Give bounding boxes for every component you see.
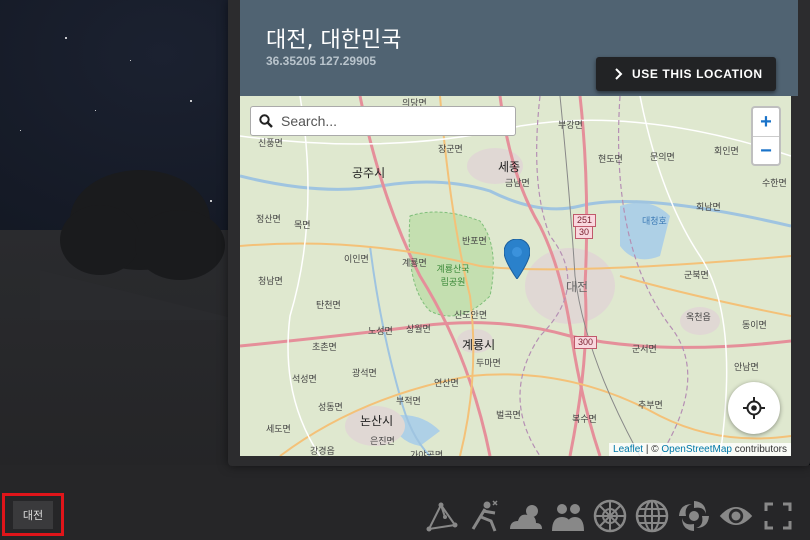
location-map[interactable]: 세종 공주시 대전 계룡시 논산시 의당면 장군면 부강면 금남면 현도면 문의… <box>240 96 791 456</box>
equatorial-grid-icon <box>635 499 669 533</box>
map-place-label: 현도면 <box>598 155 623 165</box>
azimuthal-grid-button[interactable] <box>592 498 628 534</box>
location-panel: 대전, 대한민국 36.35205 127.29905 USE THIS LOC… <box>228 0 810 466</box>
azimuthal-grid-icon <box>593 499 627 533</box>
fullscreen-button[interactable] <box>760 498 796 534</box>
map-search-box[interactable] <box>250 106 516 136</box>
star <box>65 37 67 39</box>
locate-me-button[interactable] <box>728 382 780 434</box>
constellation-art-icon <box>471 500 498 532</box>
map-place-label: 은진면 <box>370 437 395 447</box>
map-place-label: 노성면 <box>368 327 393 337</box>
chevron-right-icon <box>615 68 623 80</box>
attribution-suffix: contributors <box>731 444 787 455</box>
tree-silhouette <box>40 170 240 320</box>
osm-link[interactable]: OpenStreetMap <box>661 444 732 455</box>
landscape-icon <box>552 504 584 531</box>
map-place-label: 회인면 <box>714 147 739 157</box>
map-place-label: 문의면 <box>650 153 675 163</box>
constellation-lines-icon <box>426 502 458 532</box>
atmosphere-button[interactable] <box>508 498 544 534</box>
location-button[interactable]: 대전 <box>2 493 64 536</box>
star <box>130 60 131 61</box>
attribution-separator: | © <box>643 444 662 455</box>
map-place-label: 정산면 <box>256 215 281 225</box>
equatorial-grid-button[interactable] <box>634 498 670 534</box>
map-place-label: 강경읍 <box>310 447 335 456</box>
map-place-label: 계룡면 <box>402 259 427 269</box>
use-this-location-button[interactable]: USE THIS LOCATION <box>596 57 776 91</box>
map-place-label: 복수면 <box>572 415 597 425</box>
use-this-location-label: USE THIS LOCATION <box>632 67 763 81</box>
route-shield: 300 <box>574 336 598 349</box>
map-place-label: 회남면 <box>696 203 721 213</box>
constellation-lines-button[interactable] <box>424 498 460 534</box>
star <box>20 130 21 131</box>
map-place-label: 이인면 <box>344 255 369 265</box>
map-place-label: 목면 <box>294 221 311 231</box>
map-search-input[interactable] <box>279 112 503 130</box>
map-place-label: 두마면 <box>476 359 501 369</box>
map-place-label: 광석면 <box>352 369 377 379</box>
zoom-in-button[interactable]: + <box>753 108 779 137</box>
zoom-control: + − <box>751 106 781 166</box>
map-place-label: 안남면 <box>734 363 759 373</box>
location-title: 대전, 대한민국 <box>266 28 402 53</box>
star <box>190 100 192 102</box>
location-button-label: 대전 <box>12 500 54 529</box>
deep-sky-objects-button[interactable] <box>676 498 712 534</box>
map-place-label: 청남면 <box>258 277 283 287</box>
search-icon <box>259 114 273 128</box>
map-city-label: 공주시 <box>352 166 386 180</box>
map-place-label: 상월면 <box>406 325 431 335</box>
map-place-label: 수한면 <box>762 179 787 189</box>
map-marker-icon[interactable] <box>504 239 530 279</box>
constellation-art-button[interactable] <box>466 498 502 534</box>
map-place-label: 벌곡면 <box>496 411 521 421</box>
map-place-label: 석성면 <box>292 375 317 385</box>
map-place-label: 동이면 <box>742 321 767 331</box>
night-mode-eye-icon <box>719 507 753 525</box>
map-place-label: 세도면 <box>266 425 291 435</box>
map-place-label: 금남면 <box>505 179 530 189</box>
location-header: 대전, 대한민국 36.35205 127.29905 USE THIS LOC… <box>240 0 798 96</box>
location-coordinates: 36.35205 127.29905 <box>266 54 377 68</box>
atmosphere-icon <box>510 505 542 529</box>
landscape-button[interactable] <box>550 498 586 534</box>
fullscreen-icon <box>764 502 792 530</box>
map-place-label: 군북면 <box>684 271 709 281</box>
map-place-label: 연산면 <box>434 379 459 389</box>
map-place-label: 부강면 <box>558 121 583 131</box>
star <box>95 110 96 111</box>
map-place-label: 대청호 <box>642 217 667 227</box>
map-place-label: 옥천읍 <box>686 313 711 323</box>
map-attribution: Leaflet | © OpenStreetMap contributors <box>609 443 791 456</box>
map-place-label: 신풍면 <box>258 139 283 149</box>
crosshair-icon <box>743 397 765 419</box>
night-mode-button[interactable] <box>718 498 754 534</box>
map-place-label: 장군면 <box>438 145 463 155</box>
map-city-label: 세종 <box>498 160 521 174</box>
route-shield: 30 <box>575 226 594 239</box>
map-city-label: 계룡시 <box>462 338 496 352</box>
map-place-label: 초촌면 <box>312 343 337 353</box>
map-place-label: 군서면 <box>632 345 657 355</box>
deep-sky-objects-icon <box>679 501 709 531</box>
map-place-label: 가야곡면 <box>410 451 444 456</box>
map-place-label: 반포면 <box>462 237 487 247</box>
map-place-label: 신도안면 <box>454 311 488 321</box>
leaflet-link[interactable]: Leaflet <box>613 444 643 455</box>
zoom-out-button[interactable]: − <box>753 137 779 165</box>
bottom-toolbar <box>424 498 796 534</box>
map-place-label: 부적면 <box>396 397 421 407</box>
map-place-label: 추부면 <box>638 401 663 411</box>
park-label: 계룡산국 립공원 <box>436 265 470 288</box>
map-city-label: 대전 <box>566 280 589 294</box>
map-city-label: 논산시 <box>360 414 394 428</box>
map-place-label: 탄천면 <box>316 301 341 311</box>
map-place-label: 성동면 <box>318 403 343 413</box>
